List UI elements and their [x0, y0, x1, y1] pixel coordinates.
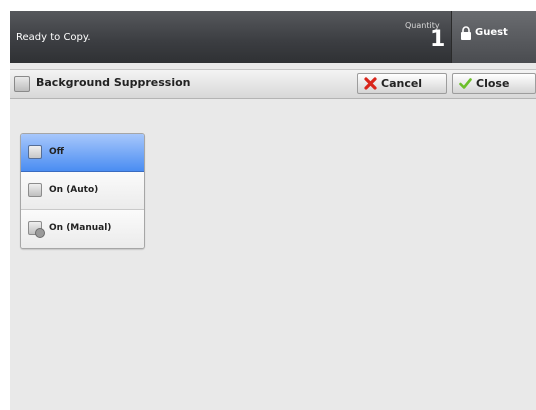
option-on-manual[interactable]: On (Manual): [21, 210, 144, 248]
checkmark-icon: [459, 78, 472, 89]
guest-label: Guest: [475, 27, 508, 38]
feature-title-bar: Background Suppression Cancel Close: [10, 69, 536, 99]
option-label: On (Auto): [49, 185, 99, 195]
option-off[interactable]: Off: [21, 134, 144, 172]
status-message: Ready to Copy.: [16, 32, 91, 43]
cancel-label: Cancel: [381, 77, 423, 90]
guest-button[interactable]: Guest: [451, 11, 536, 63]
suppression-options: Off On (Auto) On (Manual): [20, 133, 145, 249]
option-label: Off: [49, 147, 64, 157]
x-icon: [364, 77, 377, 90]
lock-icon: [461, 26, 471, 40]
cancel-button[interactable]: Cancel: [357, 73, 447, 94]
option-on-auto[interactable]: On (Auto): [21, 172, 144, 210]
page-title: Background Suppression: [36, 76, 191, 89]
option-icon: [28, 145, 42, 159]
feature-icon: [14, 76, 30, 92]
option-label: On (Manual): [49, 223, 112, 233]
status-bar: Ready to Copy. Quantity 1 Guest: [10, 11, 536, 63]
quantity-value: 1: [430, 27, 446, 52]
option-icon: [28, 183, 42, 197]
gear-icon: [35, 228, 45, 238]
close-button[interactable]: Close: [452, 73, 536, 94]
close-label: Close: [476, 77, 510, 90]
copier-screen: Ready to Copy. Quantity 1 Guest Backgrou…: [10, 11, 536, 410]
